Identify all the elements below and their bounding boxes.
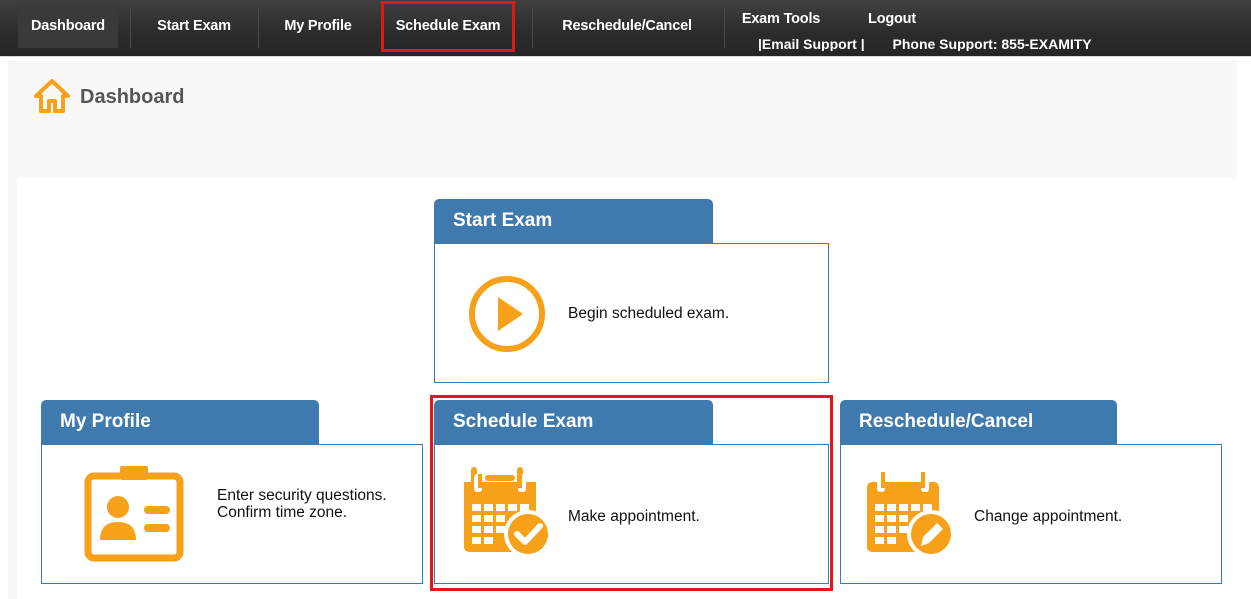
schedule-highlight-box bbox=[430, 395, 833, 591]
home-icon bbox=[34, 79, 70, 113]
header-panel bbox=[17, 60, 1237, 178]
nav-reschedule-cancel[interactable]: Reschedule/Cancel bbox=[542, 4, 712, 48]
page-title: Dashboard bbox=[80, 86, 185, 108]
nav-divider bbox=[130, 8, 131, 48]
left-gutter bbox=[8, 60, 17, 599]
nav-divider bbox=[258, 8, 259, 48]
card-description: Begin scheduled exam. bbox=[568, 305, 730, 322]
calendar-edit-icon bbox=[867, 472, 955, 558]
nav-my-profile[interactable]: My Profile bbox=[266, 4, 370, 48]
phone-support: Phone Support: 855-EXAMITY bbox=[892, 37, 1092, 51]
id-card-icon bbox=[62, 462, 207, 566]
nav-divider bbox=[724, 8, 725, 48]
card-description: Change appointment. bbox=[974, 508, 1123, 525]
support-line: |Email Support | Phone Support: 855-EXAM… bbox=[758, 37, 1096, 51]
card-title: Reschedule/Cancel bbox=[840, 400, 1117, 444]
top-navbar: Dashboard Start Exam My Profile Schedule… bbox=[0, 0, 1251, 57]
email-support-link[interactable]: |Email Support | bbox=[758, 37, 865, 51]
card-description: Enter security questions. Confirm time z… bbox=[217, 487, 387, 521]
nav-divider bbox=[532, 8, 533, 48]
card-title: My Profile bbox=[41, 400, 319, 444]
nav-logout[interactable]: Logout bbox=[862, 4, 922, 34]
nav-highlight-box bbox=[381, 1, 515, 52]
card-title: Start Exam bbox=[434, 199, 713, 243]
nav-exam-tools[interactable]: Exam Tools bbox=[733, 4, 829, 34]
nav-start-exam[interactable]: Start Exam bbox=[140, 4, 248, 48]
play-icon bbox=[469, 276, 545, 352]
nav-dashboard[interactable]: Dashboard bbox=[18, 4, 118, 48]
